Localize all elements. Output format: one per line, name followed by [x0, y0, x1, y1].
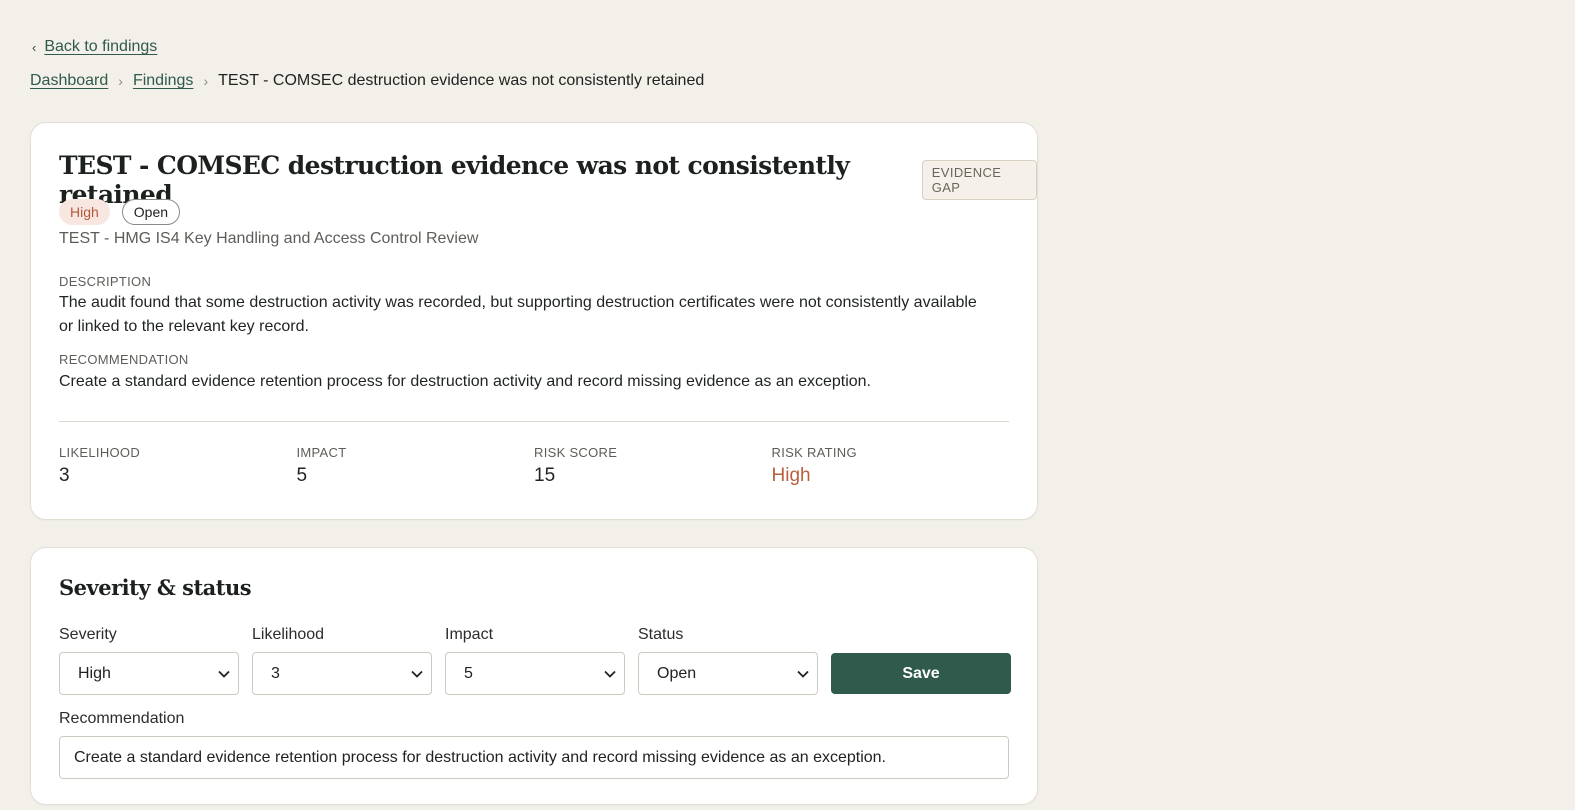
section-title: Severity & status	[59, 575, 252, 600]
status-pills: High Open	[59, 199, 181, 225]
chevron-right-icon: ›	[118, 73, 123, 89]
metric-impact: IMPACT 5	[297, 445, 535, 487]
chevron-down-icon	[218, 670, 230, 678]
severity-select[interactable]: High	[59, 652, 239, 695]
finding-summary-card: TEST - COMSEC destruction evidence was n…	[30, 122, 1038, 520]
severity-badge: High	[59, 199, 110, 225]
status-label: Status	[638, 626, 684, 643]
metric-likelihood: LIKELIHOOD 3	[59, 445, 297, 487]
title-row: TEST - COMSEC destruction evidence was n…	[59, 151, 1037, 209]
likelihood-select-value: 3	[271, 664, 280, 682]
finding-type-badge: EVIDENCE GAP	[921, 160, 1037, 200]
page-title: TEST - COMSEC destruction evidence was n…	[59, 151, 850, 209]
impact-select-value: 5	[464, 664, 473, 682]
chevron-right-icon: ›	[203, 73, 209, 89]
risk-metrics: LIKELIHOOD 3 IMPACT 5 RISK SCORE 15 RISK…	[59, 445, 1009, 487]
risk-rating-value: High	[771, 465, 811, 486]
recommendation-label: RECOMMENDATION	[59, 352, 189, 367]
severity-form-row: Severity High Likelihood 3 Impact 5 Stat…	[59, 626, 1011, 695]
severity-label: Severity	[59, 626, 117, 643]
severity-status-card: Severity & status Severity High Likeliho…	[30, 547, 1038, 805]
chevron-left-icon: ‹	[32, 39, 37, 55]
breadcrumb-current: TEST - COMSEC destruction evidence was n…	[218, 72, 705, 89]
chevron-down-icon	[411, 670, 423, 678]
chevron-down-icon	[604, 670, 616, 678]
metric-label: RISK RATING	[771, 445, 857, 460]
metric-label: RISK SCORE	[534, 445, 618, 460]
breadcrumb-dashboard[interactable]: Dashboard	[30, 72, 108, 90]
description-label: DESCRIPTION	[59, 274, 152, 289]
finding-detail-page: ‹ Back to findings Dashboard › Findings …	[0, 0, 1575, 810]
recommendation-field-label: Recommendation	[59, 710, 185, 727]
audit-name: TEST - HMG IS4 Key Handling and Access C…	[59, 230, 479, 247]
impact-label: Impact	[445, 626, 494, 643]
impact-field: Impact 5	[445, 626, 625, 695]
status-badge: Open	[121, 199, 181, 225]
recommendation-input[interactable]: Create a standard evidence retention pro…	[59, 736, 1009, 779]
divider	[59, 421, 1009, 422]
impact-select[interactable]: 5	[445, 652, 625, 695]
metric-value: 15	[534, 465, 556, 486]
back-link-label[interactable]: Back to findings	[44, 38, 157, 56]
save-button[interactable]: Save	[831, 653, 1011, 694]
status-select-value: Open	[657, 664, 697, 682]
recommendation-text: Create a standard evidence retention pro…	[59, 373, 871, 390]
description-text: The audit found that some destruction ac…	[59, 294, 977, 335]
breadcrumb-findings[interactable]: Findings	[133, 72, 193, 90]
metric-label: LIKELIHOOD	[59, 445, 141, 460]
metric-value: 5	[296, 465, 308, 486]
back-to-findings-link[interactable]: ‹ Back to findings	[32, 38, 157, 56]
severity-field: Severity High	[59, 626, 239, 695]
status-field: Status Open	[638, 626, 818, 695]
metric-risk-score: RISK SCORE 15	[534, 445, 772, 487]
severity-select-value: High	[78, 664, 111, 682]
likelihood-field: Likelihood 3	[252, 626, 432, 695]
metric-label: IMPACT	[296, 445, 347, 460]
status-select[interactable]: Open	[638, 652, 818, 695]
recommendation-field: Recommendation Create a standard evidenc…	[59, 710, 1009, 779]
breadcrumb: Dashboard › Findings › TEST - COMSEC des…	[30, 72, 704, 90]
likelihood-label: Likelihood	[252, 626, 325, 643]
chevron-down-icon	[797, 670, 809, 678]
likelihood-select[interactable]: 3	[252, 652, 432, 695]
metric-value: 3	[59, 465, 70, 486]
metric-risk-rating: RISK RATING High	[772, 445, 1010, 487]
